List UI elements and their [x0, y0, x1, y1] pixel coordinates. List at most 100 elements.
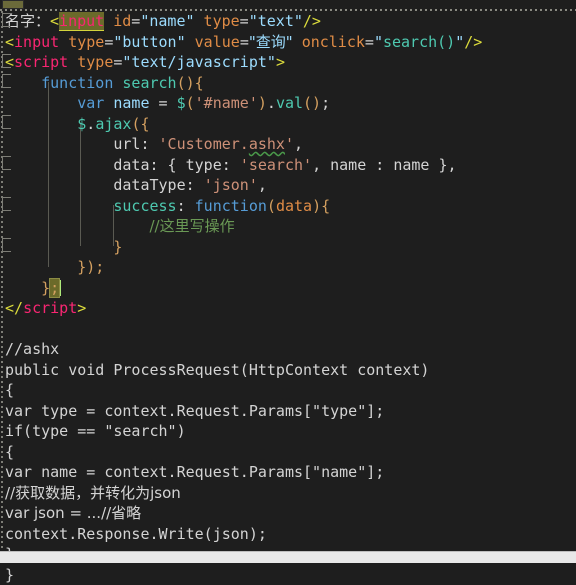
- line-comment-ashx[interactable]: //ashx: [0, 339, 576, 360]
- line-close-success[interactable]: }: [0, 237, 576, 258]
- code-token: $: [77, 115, 86, 133]
- code-token: val: [276, 94, 303, 112]
- line-open-brace-2[interactable]: {: [0, 442, 576, 463]
- line-ajax-datatype[interactable]: dataType: 'json',: [0, 175, 576, 196]
- line-open-brace-1[interactable]: {: [0, 380, 576, 401]
- code-token: </: [5, 299, 23, 317]
- code-token: ): [312, 197, 321, 215]
- line-script-open[interactable]: <script type="text/javascript">: [0, 52, 576, 73]
- code-token: },: [429, 156, 456, 174]
- code-token: [5, 279, 41, 297]
- code-token: 'Customer.: [159, 135, 249, 153]
- line-processrequest[interactable]: public void ProcessRequest(HttpContext c…: [0, 360, 576, 381]
- editor-top-chip: [2, 0, 24, 9]
- line-if-search[interactable]: if(type == "search"): [0, 421, 576, 442]
- code-token: [293, 33, 302, 51]
- code-token: : {: [150, 156, 186, 174]
- code-content[interactable]: 名字：<input id="name" type="text"/><input …: [0, 11, 576, 585]
- code-token: (: [186, 94, 195, 112]
- code-token: success: [113, 197, 176, 215]
- code-token: "name": [140, 12, 194, 30]
- line-comment-getdata[interactable]: //获取数据，并转化为json: [0, 483, 576, 504]
- line-response-write[interactable]: context.Response.Write(json);: [0, 524, 576, 545]
- code-token: name: [393, 156, 429, 174]
- code-token: [5, 197, 113, 215]
- line-blank-1[interactable]: [0, 319, 576, 340]
- code-token: //ashx: [5, 340, 59, 358]
- code-token: [5, 258, 77, 276]
- code-token: [5, 156, 113, 174]
- code-token: {: [5, 381, 14, 399]
- line-var-name[interactable]: var name = $('#name').val();: [0, 93, 576, 114]
- code-token: :: [366, 156, 393, 174]
- line-close-function[interactable]: };: [0, 278, 576, 299]
- line-ajax-url[interactable]: url: 'Customer.ashx',: [0, 134, 576, 155]
- code-token: [195, 12, 204, 30]
- line-ajax-success[interactable]: success: function(data){: [0, 196, 576, 217]
- code-token: [5, 74, 41, 92]
- code-token: (: [267, 197, 276, 215]
- code-token: [5, 176, 113, 194]
- line-input-button[interactable]: <input type="button" value="查询" onclick=…: [0, 32, 576, 53]
- code-token: ;: [321, 94, 330, 112]
- code-token: "text": [249, 12, 303, 30]
- code-token: ,: [258, 176, 267, 194]
- code-token: />: [464, 33, 482, 51]
- code-token: "text/javascript": [122, 53, 276, 71]
- code-token: name: [113, 94, 149, 112]
- code-token: search: [122, 74, 176, 92]
- code-token: "查询": [249, 33, 293, 51]
- code-token: public void ProcessRequest(HttpContext c…: [5, 361, 429, 379]
- line-var-json[interactable]: var json = ...//省略: [0, 503, 576, 524]
- code-token: ": [374, 33, 383, 51]
- code-token: <: [5, 53, 14, 71]
- code-token: context.Response.Write(json);: [5, 525, 267, 543]
- code-token: {: [5, 443, 14, 461]
- code-token: script: [14, 53, 68, 71]
- code-token: //这里写操作: [150, 217, 235, 235]
- code-token: ': [285, 135, 294, 153]
- code-token: [5, 94, 77, 112]
- code-token: >: [77, 299, 86, 317]
- code-token: input: [59, 12, 104, 31]
- line-script-close[interactable]: </script>: [0, 298, 576, 319]
- code-token: ;: [50, 279, 59, 297]
- line-function-search[interactable]: function search(){: [0, 73, 576, 94]
- line-input-name[interactable]: 名字：<input id="name" type="text"/>: [0, 11, 576, 32]
- code-token: ,: [294, 135, 303, 153]
- code-token: value: [195, 33, 240, 51]
- code-editor[interactable]: 名字：<input id="name" type="text"/><input …: [0, 0, 576, 563]
- line-var-name-cs[interactable]: var name = context.Request.Params["name"…: [0, 462, 576, 483]
- line-ajax-open[interactable]: $.ajax({: [0, 114, 576, 135]
- code-token: type: [186, 156, 222, 174]
- code-token: var name = context.Request.Params["name"…: [5, 463, 384, 481]
- code-token: '#name': [195, 94, 258, 112]
- code-token: //获取数据，并转化为json: [5, 484, 181, 502]
- folding-gutter-dotted-rule: [1, 11, 3, 563]
- code-token: [5, 115, 77, 133]
- code-token: [5, 238, 113, 256]
- code-token: [59, 33, 68, 51]
- code-token: <: [50, 12, 59, 30]
- code-token: =: [131, 12, 140, 30]
- line-close-brace-2[interactable]: }: [0, 565, 576, 585]
- code-token: [104, 12, 113, 30]
- code-token: ": [455, 33, 464, 51]
- line-comment-here[interactable]: //这里写操作: [0, 216, 576, 237]
- code-token: ,: [312, 156, 330, 174]
- line-close-ajax[interactable]: });: [0, 257, 576, 278]
- code-token: data: [113, 156, 149, 174]
- code-token: {: [195, 74, 204, 92]
- code-token: url: [113, 135, 140, 153]
- code-token: name: [330, 156, 366, 174]
- code-token: if(type == "search"): [5, 422, 186, 440]
- line-ajax-data[interactable]: data: { type: 'search', name : name },: [0, 155, 576, 176]
- code-token: data: [276, 197, 312, 215]
- code-token: input: [14, 33, 59, 51]
- code-token: var: [77, 94, 104, 112]
- code-token: $: [177, 94, 186, 112]
- line-var-type[interactable]: var type = context.Request.Params["type"…: [0, 401, 576, 422]
- code-token: =: [365, 33, 374, 51]
- code-token: var json = ...//省略: [5, 504, 141, 522]
- code-token: ashx: [249, 135, 285, 153]
